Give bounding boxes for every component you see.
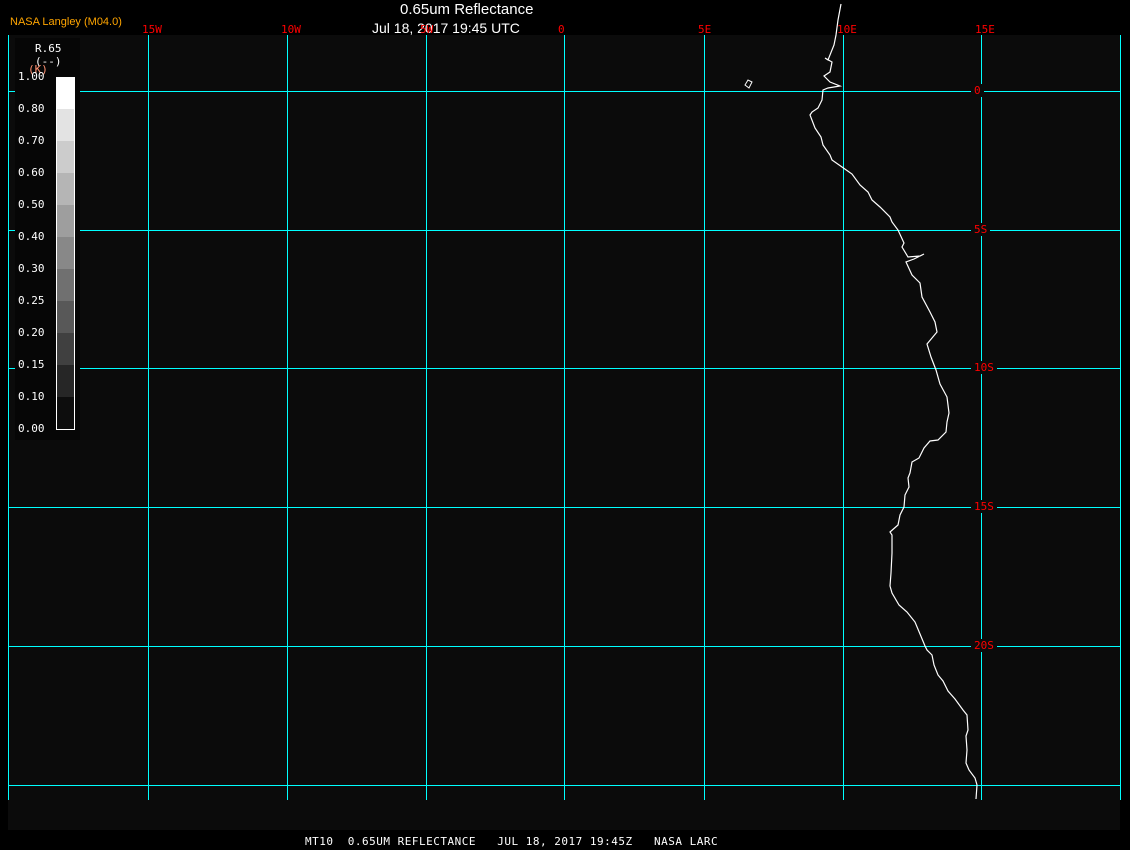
colorbar-tick-label: 0.70: [18, 134, 45, 147]
colorbar-variable: R.65: [35, 42, 62, 55]
colorbar-tick-label: 0.10: [18, 390, 45, 403]
colorbar-frame: [56, 77, 75, 430]
credit-label: NASA Langley (M04.0): [10, 16, 122, 28]
coastline: [809, 3, 978, 800]
longitude-label: 5W: [420, 23, 434, 36]
longitude-label: 15E: [975, 23, 995, 36]
colorbar-tick-label: 0.40: [18, 230, 45, 243]
image-datetime: Jul 18, 2017 19:45 UTC: [372, 20, 520, 36]
colorbar-tick-label: 0.80: [18, 102, 45, 115]
longitude-label: 10E: [837, 23, 857, 36]
image-title: 0.65um Reflectance: [400, 1, 534, 18]
longitude-label: 0: [558, 23, 565, 36]
longitude-label: 10W: [281, 23, 301, 36]
colorbar-tick-label: 0.00: [18, 422, 45, 435]
latitude-label: 5S: [971, 223, 991, 236]
colorbar-tick-label: 0.25: [18, 294, 45, 307]
colorbar-tick-label: 0.60: [18, 166, 45, 179]
longitude-label: 5E: [698, 23, 712, 36]
latitude-label: 20S: [971, 639, 997, 652]
map-overlay: [8, 3, 1121, 800]
colorbar: R.65 (--) (K) 1.00 0.80 0.70 0.60 0.50 0.40 0.…: [15, 38, 80, 440]
latitude-label: 0: [971, 84, 984, 97]
longitude-label: 15W: [142, 23, 162, 36]
island-outline: [744, 79, 753, 89]
colorbar-tick-label: 1.00: [18, 70, 45, 83]
colorbar-tick-label: 0.15: [18, 358, 45, 371]
footer-caption: MT10 0.65UM REFLECTANCE JUL 18, 2017 19:…: [305, 835, 719, 848]
latitude-label: 10S: [971, 361, 997, 374]
colorbar-tick-label: 0.20: [18, 326, 45, 339]
colorbar-tick-label: 0.50: [18, 198, 45, 211]
colorbar-tick-label: 0.30: [18, 262, 45, 275]
latitude-label: 15S: [971, 500, 997, 513]
